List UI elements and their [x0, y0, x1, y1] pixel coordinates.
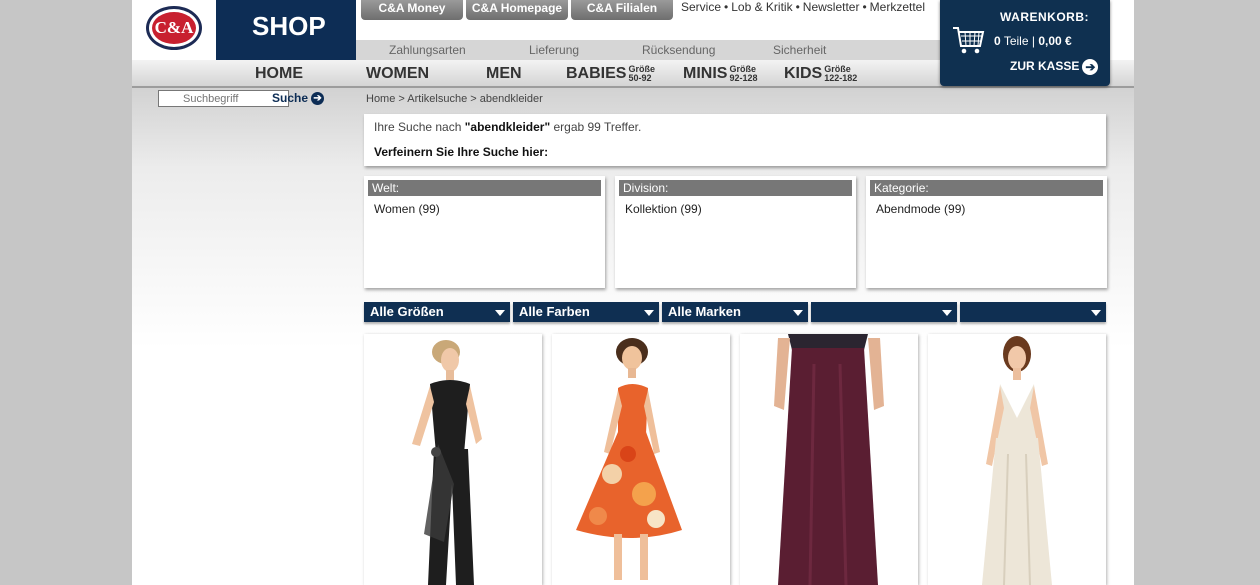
page: C&A SHOP C&A Money C&A Homepage C&A Fili… — [132, 0, 1134, 585]
tab-ca-filialen[interactable]: C&A Filialen — [571, 0, 673, 20]
link-lob-kritik[interactable]: Lob & Kritik — [731, 0, 792, 14]
subnav-ruecksendung[interactable]: Rücksendung — [642, 43, 715, 57]
facet-header: Kategorie: — [870, 180, 1103, 196]
cart-count: 0 — [994, 34, 1001, 48]
product-image-cream-gown — [982, 336, 1052, 585]
link-merkzettel[interactable]: Merkzettel — [870, 0, 925, 14]
filter-brand-select[interactable]: Alle Marken — [662, 302, 808, 322]
chevron-down-icon — [1091, 310, 1101, 316]
subnav-lieferung[interactable]: Lieferung — [529, 43, 579, 57]
breadcrumb: Home > Artikelsuche > abendkleider — [366, 93, 543, 105]
cart-panel[interactable]: WARENKORB: 0 Teile | 0,00 € ZUR KASSE ➔ — [940, 0, 1110, 86]
nav-women[interactable]: WOMEN — [366, 65, 429, 83]
search-button-label: Suche — [272, 91, 309, 105]
facet-option-kollektion[interactable]: Kollektion (99) — [625, 202, 702, 216]
product-card-plum-skirt[interactable] — [740, 334, 918, 585]
nav-babies[interactable]: BABIES Größe 50-92 — [566, 65, 655, 83]
tab-ca-money[interactable]: C&A Money — [361, 0, 463, 20]
refine-heading: Verfeinern Sie Ihre Suche hier: — [374, 145, 549, 159]
chevron-down-icon — [942, 310, 952, 316]
breadcrumb-artikelsuche[interactable]: Artikelsuche — [407, 93, 467, 105]
result-count-text: Ihre Suche nach "abendkleider" ergab 99 … — [374, 120, 642, 134]
facet-welt: Welt: Women (99) — [364, 176, 605, 288]
facet-division: Division: Kollektion (99) — [615, 176, 856, 288]
product-image-plum-skirt — [774, 334, 884, 585]
subnav-sicherheit[interactable]: Sicherheit — [773, 43, 826, 57]
facet-kategorie: Kategorie: Abendmode (99) — [866, 176, 1107, 288]
product-image-black-dress — [412, 340, 482, 585]
cart-separator: | — [1031, 34, 1035, 48]
arrow-right-icon: ➔ — [1082, 59, 1099, 75]
filter-select-5[interactable] — [960, 302, 1106, 322]
size-range-kids: Größe 122-182 — [824, 64, 858, 83]
chevron-down-icon — [644, 310, 654, 316]
size-range-babies: Größe 50-92 — [628, 64, 655, 83]
shopping-cart-icon — [953, 27, 985, 54]
breadcrumb-home[interactable]: Home — [366, 93, 395, 105]
arrow-right-icon: ➔ — [311, 92, 325, 106]
cart-title: WARENKORB: — [1000, 10, 1089, 24]
product-card-cream-gown[interactable] — [928, 334, 1106, 585]
product-image-orange-floral-dress — [576, 338, 682, 580]
sub-nav: Zahlungsarten Lieferung Rücksendung Sich… — [356, 40, 940, 60]
facet-header: Welt: — [368, 180, 601, 196]
checkout-label: ZUR KASSE — [1010, 59, 1080, 74]
checkout-button[interactable]: ZUR KASSE ➔ — [1010, 59, 1099, 75]
size-range-minis: Größe 92-128 — [729, 64, 758, 83]
link-newsletter[interactable]: Newsletter — [803, 0, 860, 14]
search-result-summary: Ihre Suche nach "abendkleider" ergab 99 … — [364, 114, 1106, 166]
logo-oval: C&A — [146, 6, 202, 50]
link-service[interactable]: Service — [681, 0, 721, 14]
cart-count-label: Teile — [1003, 34, 1029, 48]
shop-banner[interactable]: SHOP — [216, 0, 356, 60]
top-links: Service • Lob & Kritik • Newsletter • Merkzett… — [681, 0, 926, 14]
logo-text: C&A — [152, 12, 196, 44]
chevron-down-icon — [793, 310, 803, 316]
shop-label: SHOP — [252, 11, 326, 41]
nav-home[interactable]: HOME — [255, 65, 303, 83]
search-button[interactable]: Suche ➔ — [272, 91, 325, 106]
nav-minis[interactable]: MINIS Größe 92-128 — [683, 65, 757, 83]
facet-option-abendmode[interactable]: Abendmode (99) — [876, 202, 965, 216]
logo[interactable]: C&A — [132, 0, 216, 60]
tab-ca-homepage[interactable]: C&A Homepage — [466, 0, 568, 20]
cart-summary: 0 Teile | 0,00 € — [994, 34, 1072, 48]
breadcrumb-current: abendkleider — [479, 93, 543, 105]
subnav-zahlungsarten[interactable]: Zahlungsarten — [389, 43, 466, 57]
filter-select-4[interactable] — [811, 302, 957, 322]
facet-option-women[interactable]: Women (99) — [374, 202, 440, 216]
search-input[interactable] — [158, 90, 289, 107]
product-card-orange-floral-dress[interactable] — [552, 334, 730, 585]
filter-size-select[interactable]: Alle Größen — [364, 302, 510, 322]
product-card-black-dress[interactable] — [364, 334, 542, 585]
result-query: "abendkleider" — [464, 120, 551, 134]
chevron-down-icon — [495, 310, 505, 316]
facet-header: Division: — [619, 180, 852, 196]
nav-kids[interactable]: KIDS Größe 122-182 — [784, 65, 857, 83]
cart-total: 0,00 € — [1038, 34, 1072, 48]
filter-color-select[interactable]: Alle Farben — [513, 302, 659, 322]
nav-men[interactable]: MEN — [486, 65, 522, 83]
